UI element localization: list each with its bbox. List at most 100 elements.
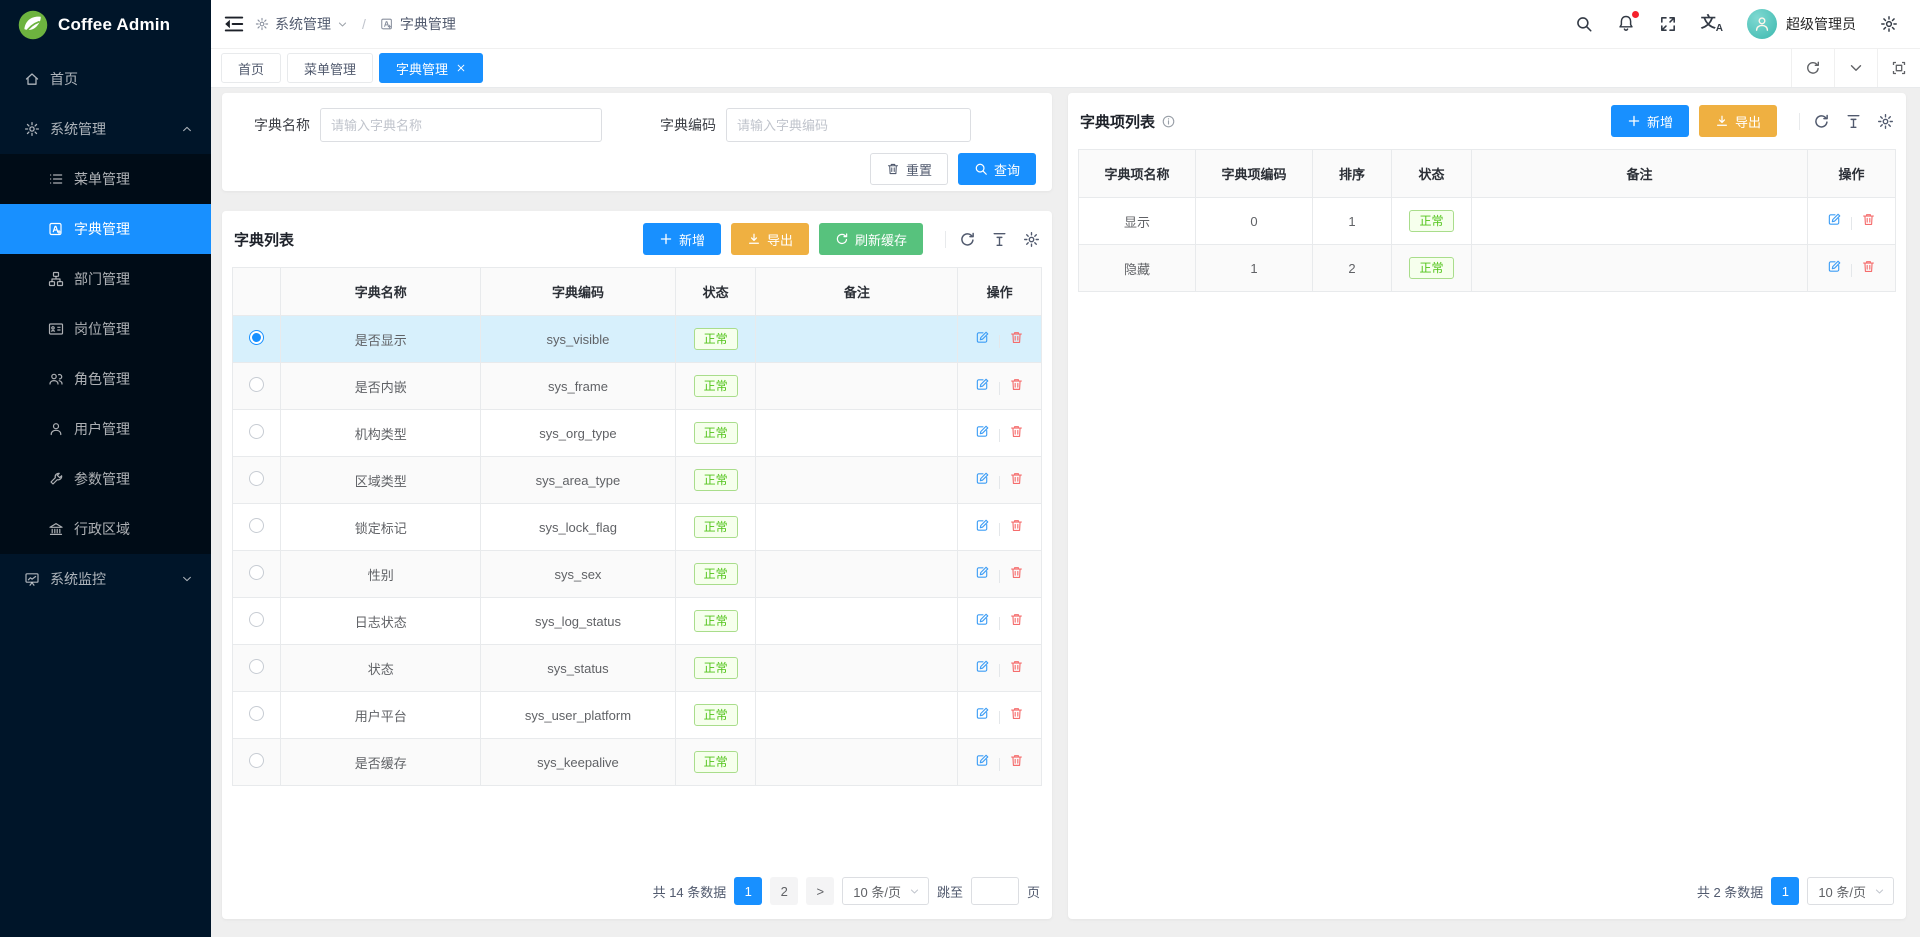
- sidebar-item-dict-mgmt[interactable]: 字典管理: [0, 204, 211, 254]
- delete-icon[interactable]: [1009, 518, 1024, 533]
- translate-icon[interactable]: 文A: [1701, 15, 1723, 34]
- column-settings-gear-icon[interactable]: [1877, 113, 1894, 130]
- tab-menu-mgmt[interactable]: 菜单管理: [287, 53, 373, 83]
- delete-icon[interactable]: [1009, 706, 1024, 721]
- row-radio[interactable]: [249, 424, 264, 439]
- radio-column-header: [233, 268, 281, 316]
- table-row[interactable]: 是否缓存 sys_keepalive 正常: [233, 739, 1042, 786]
- status-badge: 正常: [694, 704, 738, 726]
- edit-icon[interactable]: [975, 330, 990, 345]
- sidebar-item-system[interactable]: 系统管理: [0, 104, 211, 154]
- settings-gear-icon[interactable]: [1880, 15, 1898, 33]
- delete-icon[interactable]: [1861, 259, 1876, 274]
- row-radio[interactable]: [249, 753, 264, 768]
- edit-icon[interactable]: [1827, 259, 1842, 274]
- sidebar-item-post-mgmt[interactable]: 岗位管理: [0, 304, 211, 354]
- tab-refresh-button[interactable]: [1791, 49, 1834, 87]
- delete-icon[interactable]: [1009, 659, 1024, 674]
- info-icon[interactable]: [1161, 114, 1176, 129]
- row-radio[interactable]: [249, 377, 264, 392]
- row-density-icon[interactable]: [991, 231, 1008, 248]
- edit-icon[interactable]: [975, 518, 990, 533]
- sidebar-item-admin-region[interactable]: 行政区域: [0, 504, 211, 554]
- refresh-icon[interactable]: [959, 231, 976, 248]
- table-row[interactable]: 锁定标记 sys_lock_flag 正常: [233, 504, 1042, 551]
- row-radio[interactable]: [249, 471, 264, 486]
- delete-icon[interactable]: [1009, 565, 1024, 580]
- delete-icon[interactable]: [1009, 424, 1024, 439]
- delete-icon[interactable]: [1009, 330, 1024, 345]
- edit-icon[interactable]: [1827, 212, 1842, 227]
- row-radio[interactable]: [249, 659, 264, 674]
- fullscreen-icon[interactable]: [1659, 15, 1677, 33]
- next-page-button[interactable]: >: [806, 877, 834, 905]
- edit-icon[interactable]: [975, 612, 990, 627]
- edit-icon[interactable]: [975, 753, 990, 768]
- table-row[interactable]: 性别 sys_sex 正常: [233, 551, 1042, 598]
- refresh-cache-button[interactable]: 刷新缓存: [819, 223, 923, 255]
- breadcrumb-parent[interactable]: 系统管理: [255, 14, 348, 34]
- close-icon[interactable]: [456, 63, 466, 73]
- user-menu[interactable]: 超级管理员: [1747, 9, 1856, 39]
- delete-icon[interactable]: [1861, 212, 1876, 227]
- table-row[interactable]: 是否显示 sys_visible 正常: [233, 316, 1042, 363]
- sidebar-item-dept-mgmt[interactable]: 部门管理: [0, 254, 211, 304]
- tab-home[interactable]: 首页: [221, 53, 281, 83]
- table-row[interactable]: 状态 sys_status 正常: [233, 645, 1042, 692]
- edit-icon[interactable]: [975, 424, 990, 439]
- edit-icon[interactable]: [975, 659, 990, 674]
- reset-button[interactable]: 重置: [870, 153, 948, 185]
- sidebar-item-param-mgmt[interactable]: 参数管理: [0, 454, 211, 504]
- tab-maximize-button[interactable]: [1877, 49, 1920, 87]
- sidebar-item-role-mgmt[interactable]: 角色管理: [0, 354, 211, 404]
- remark-cell: [756, 410, 958, 457]
- refresh-icon[interactable]: [1813, 113, 1830, 130]
- delete-icon[interactable]: [1009, 377, 1024, 392]
- table-row[interactable]: 用户平台 sys_user_platform 正常: [233, 692, 1042, 739]
- jump-page-input[interactable]: [971, 877, 1019, 905]
- page-size-select[interactable]: 10 条/页: [842, 877, 929, 905]
- table-row[interactable]: 显示 0 1 正常: [1079, 198, 1896, 245]
- add-item-button[interactable]: 新增: [1611, 105, 1689, 137]
- sidebar-item-menu-mgmt[interactable]: 菜单管理: [0, 154, 211, 204]
- delete-icon[interactable]: [1009, 612, 1024, 627]
- row-radio[interactable]: [249, 565, 264, 580]
- edit-icon[interactable]: [975, 377, 990, 392]
- page-size-select[interactable]: 10 条/页: [1807, 877, 1894, 905]
- row-radio[interactable]: [249, 518, 264, 533]
- row-radio[interactable]: [249, 612, 264, 627]
- export-button[interactable]: 导出: [731, 223, 809, 255]
- notification-bell[interactable]: [1617, 14, 1635, 35]
- delete-icon[interactable]: [1009, 753, 1024, 768]
- app-logo[interactable]: Coffee Admin: [0, 0, 211, 50]
- query-button[interactable]: 查询: [958, 153, 1036, 185]
- row-radio[interactable]: [249, 330, 264, 345]
- sidebar-item-monitor[interactable]: 系统监控: [0, 554, 211, 604]
- search-icon[interactable]: [1575, 15, 1593, 33]
- dict-name-input[interactable]: [320, 108, 602, 142]
- menu-fold-icon[interactable]: [223, 13, 245, 35]
- column-settings-gear-icon[interactable]: [1023, 231, 1040, 248]
- edit-icon[interactable]: [975, 706, 990, 721]
- page-button-2[interactable]: 2: [770, 877, 798, 905]
- table-row[interactable]: 区域类型 sys_area_type 正常: [233, 457, 1042, 504]
- tab-more-button[interactable]: [1834, 49, 1877, 87]
- edit-icon[interactable]: [975, 471, 990, 486]
- row-radio[interactable]: [249, 706, 264, 721]
- row-density-icon[interactable]: [1845, 113, 1862, 130]
- page-button-1[interactable]: 1: [734, 877, 762, 905]
- dict-code-input[interactable]: [726, 108, 971, 142]
- delete-icon[interactable]: [1009, 471, 1024, 486]
- tab-dict-mgmt[interactable]: 字典管理: [379, 53, 483, 83]
- page-button-1[interactable]: 1: [1771, 877, 1799, 905]
- sidebar-item-home[interactable]: 首页: [0, 54, 211, 104]
- edit-icon[interactable]: [975, 565, 990, 580]
- table-row[interactable]: 机构类型 sys_org_type 正常: [233, 410, 1042, 457]
- status-badge: 正常: [694, 657, 738, 679]
- table-row[interactable]: 日志状态 sys_log_status 正常: [233, 598, 1042, 645]
- sidebar-item-user-mgmt[interactable]: 用户管理: [0, 404, 211, 454]
- table-row[interactable]: 是否内嵌 sys_frame 正常: [233, 363, 1042, 410]
- export-items-button[interactable]: 导出: [1699, 105, 1777, 137]
- table-row[interactable]: 隐藏 1 2 正常: [1079, 245, 1896, 292]
- add-button[interactable]: 新增: [643, 223, 721, 255]
